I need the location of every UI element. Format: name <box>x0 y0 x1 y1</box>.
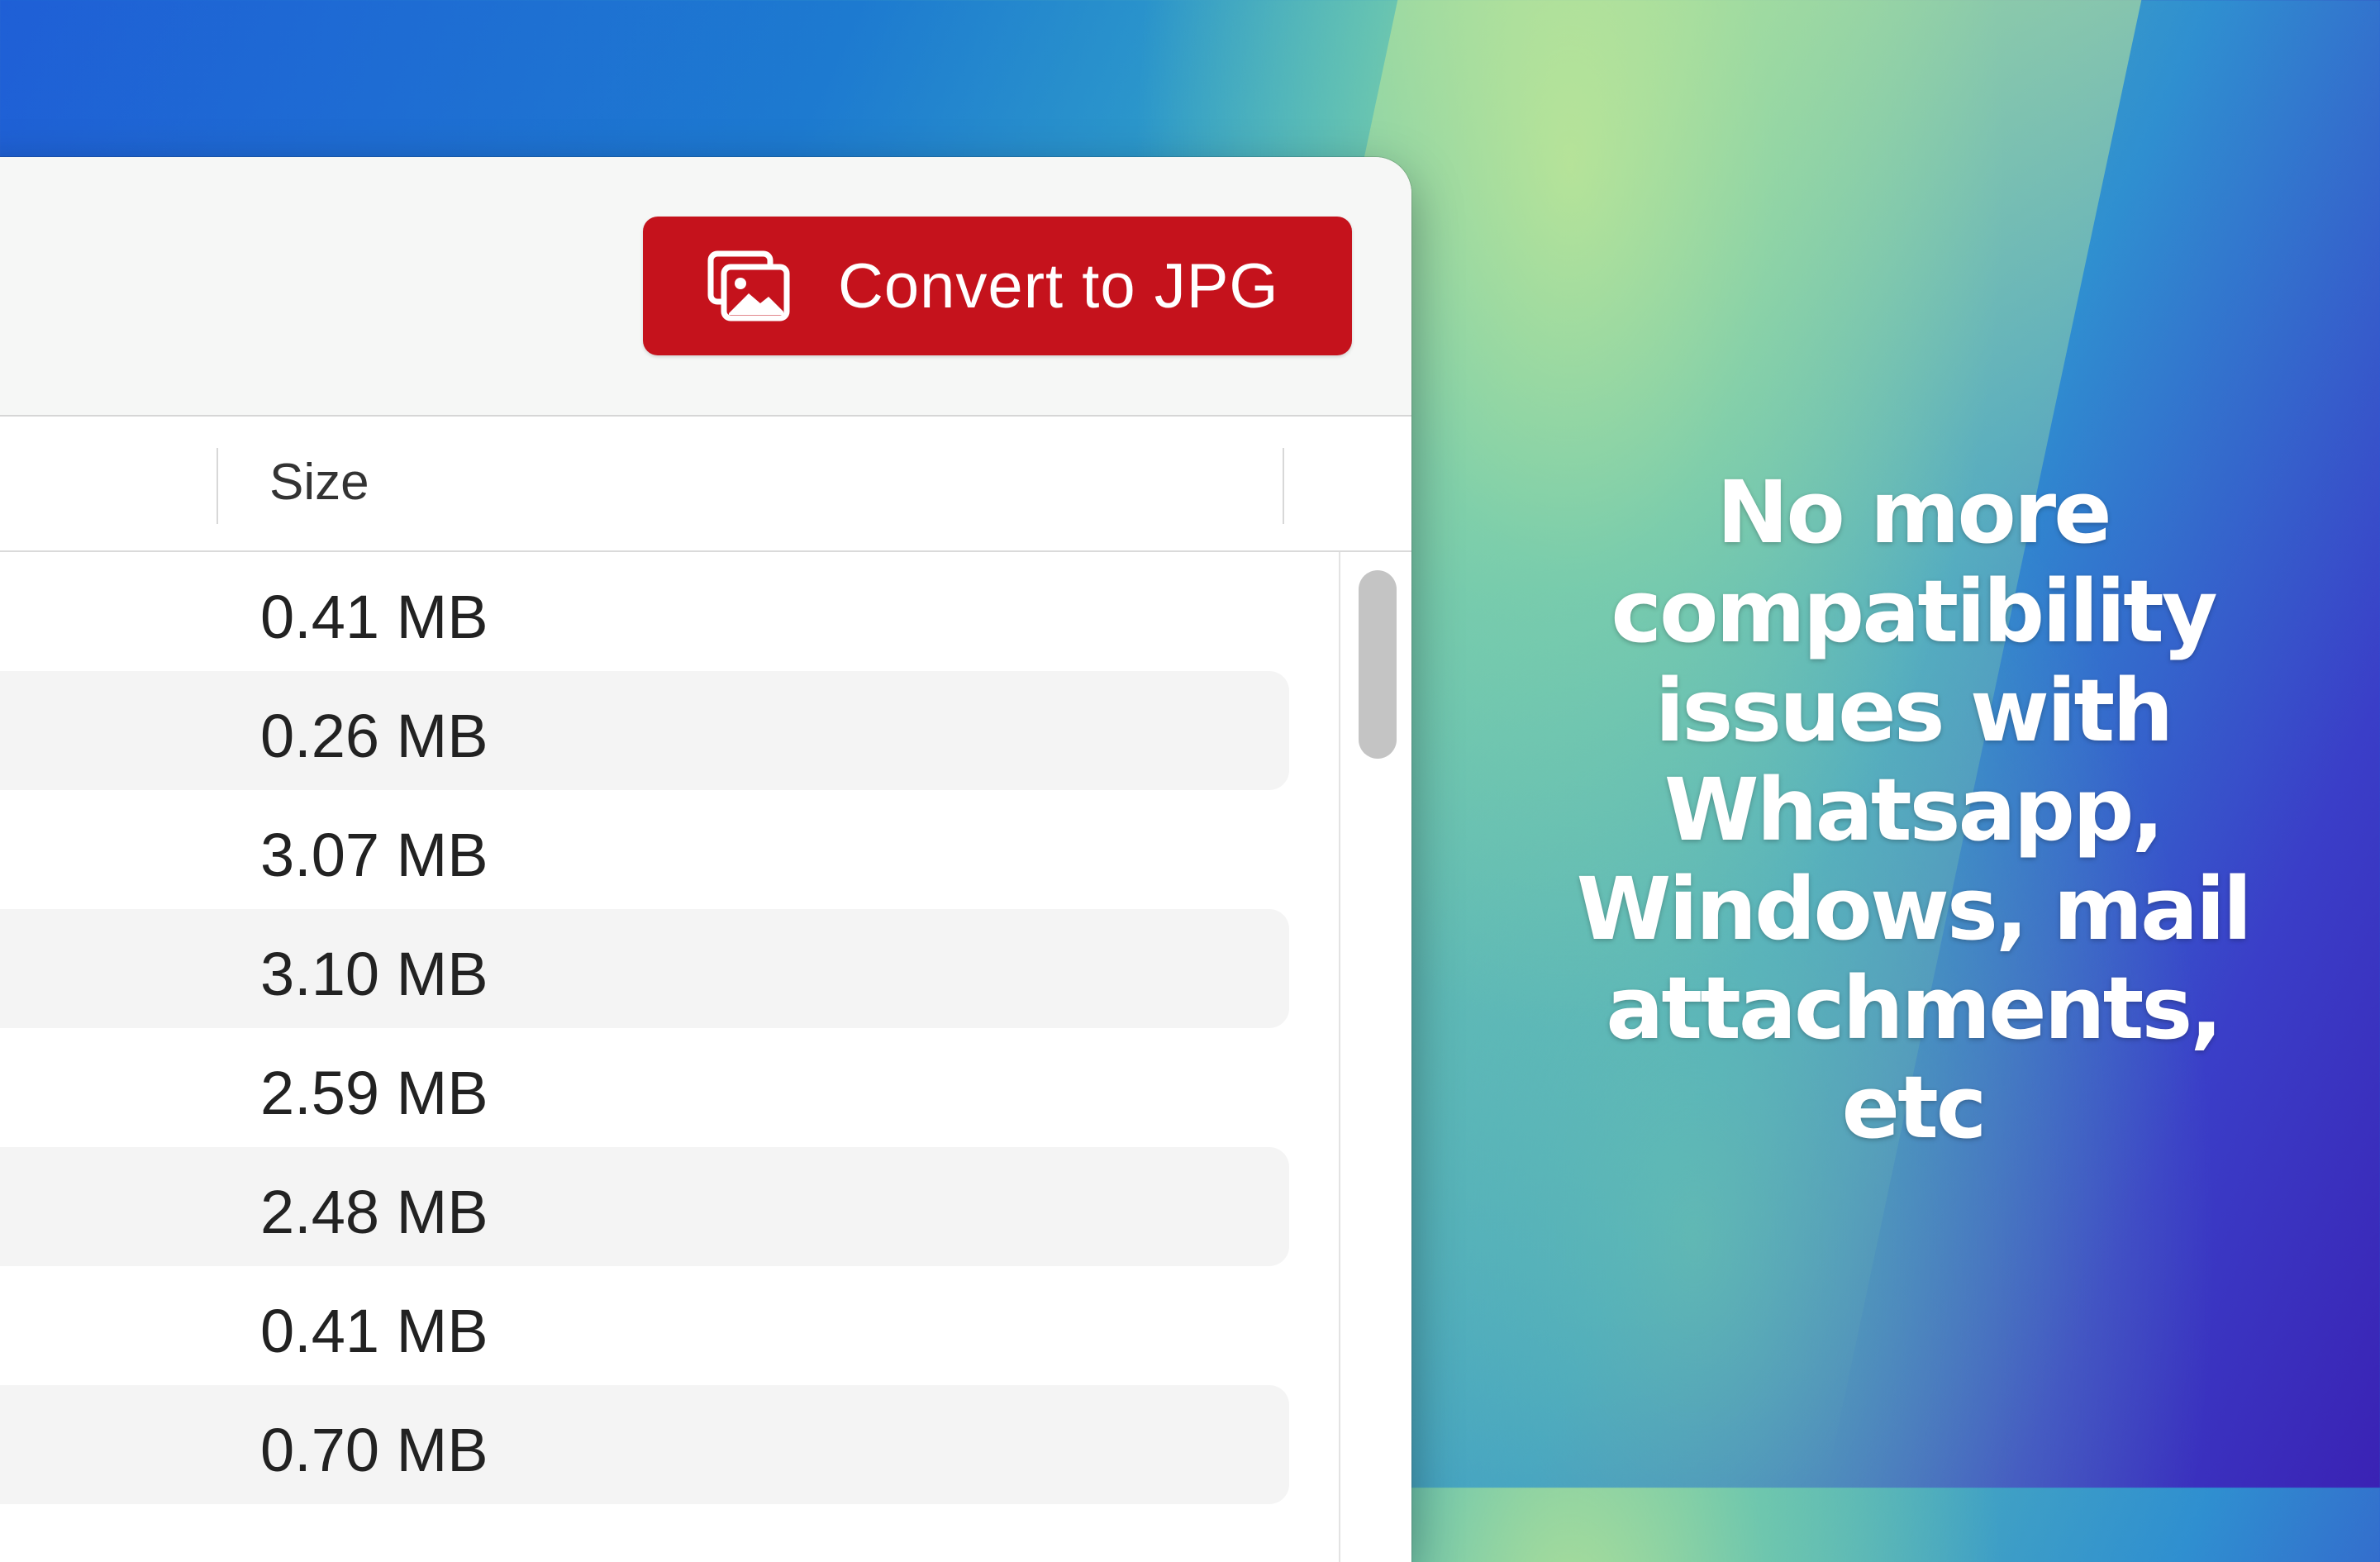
size-cell: 0.70 MB <box>260 1416 488 1484</box>
table-row[interactable]: 3.07 MB <box>0 790 1289 909</box>
convert-button-label: Convert to JPG <box>838 250 1279 321</box>
table-row[interactable]: 3.10 MB <box>0 909 1289 1028</box>
table-row[interactable]: 2.48 MB <box>0 1147 1289 1266</box>
promo-headline: No more compatibility issues with Whatsa… <box>1545 463 2281 1157</box>
image-stack-icon <box>707 250 790 321</box>
promo-line: Whatsapp, <box>1664 760 2164 860</box>
table-rows: 0.41 MB 0.26 MB 3.07 MB 3.10 MB 2.59 MB … <box>0 552 1289 1504</box>
size-cell: 0.41 MB <box>260 1297 488 1365</box>
table-header: Size <box>0 417 1411 552</box>
convert-to-jpg-button[interactable]: Convert to JPG <box>643 217 1352 355</box>
column-header-size[interactable]: Size <box>269 453 369 512</box>
promo-line: attachments, etc <box>1606 958 2223 1158</box>
column-divider[interactable] <box>217 448 218 524</box>
table-row[interactable]: 0.41 MB <box>0 552 1289 671</box>
size-cell: 0.41 MB <box>260 583 488 651</box>
promo-line: compatibility <box>1611 561 2217 662</box>
toolbar: Convert to JPG <box>0 157 1411 417</box>
size-cell: 0.26 MB <box>260 702 488 770</box>
table-row[interactable]: 0.41 MB <box>0 1266 1289 1385</box>
size-cell: 2.48 MB <box>260 1178 488 1246</box>
column-divider[interactable] <box>1283 448 1284 524</box>
size-cell: 2.59 MB <box>260 1059 488 1127</box>
table-row[interactable]: 0.70 MB <box>0 1385 1289 1504</box>
size-cell: 3.10 MB <box>260 940 488 1008</box>
promo-line: issues with <box>1654 660 2174 761</box>
table-row[interactable]: 0.26 MB <box>0 671 1289 790</box>
table-row[interactable]: 2.59 MB <box>0 1028 1289 1147</box>
promo-line: No more <box>1716 462 2111 563</box>
promo-line: Windows, mail <box>1576 859 2253 960</box>
scrollbar-thumb[interactable] <box>1359 570 1397 759</box>
file-table: Size 0.41 MB 0.26 MB 3.07 MB 3.10 MB 2.5… <box>0 417 1411 1562</box>
app-window: Convert to JPG Size 0.41 MB 0.26 MB 3.07… <box>0 157 1411 1562</box>
size-cell: 3.07 MB <box>260 821 488 889</box>
table-edge <box>1339 552 1340 1562</box>
